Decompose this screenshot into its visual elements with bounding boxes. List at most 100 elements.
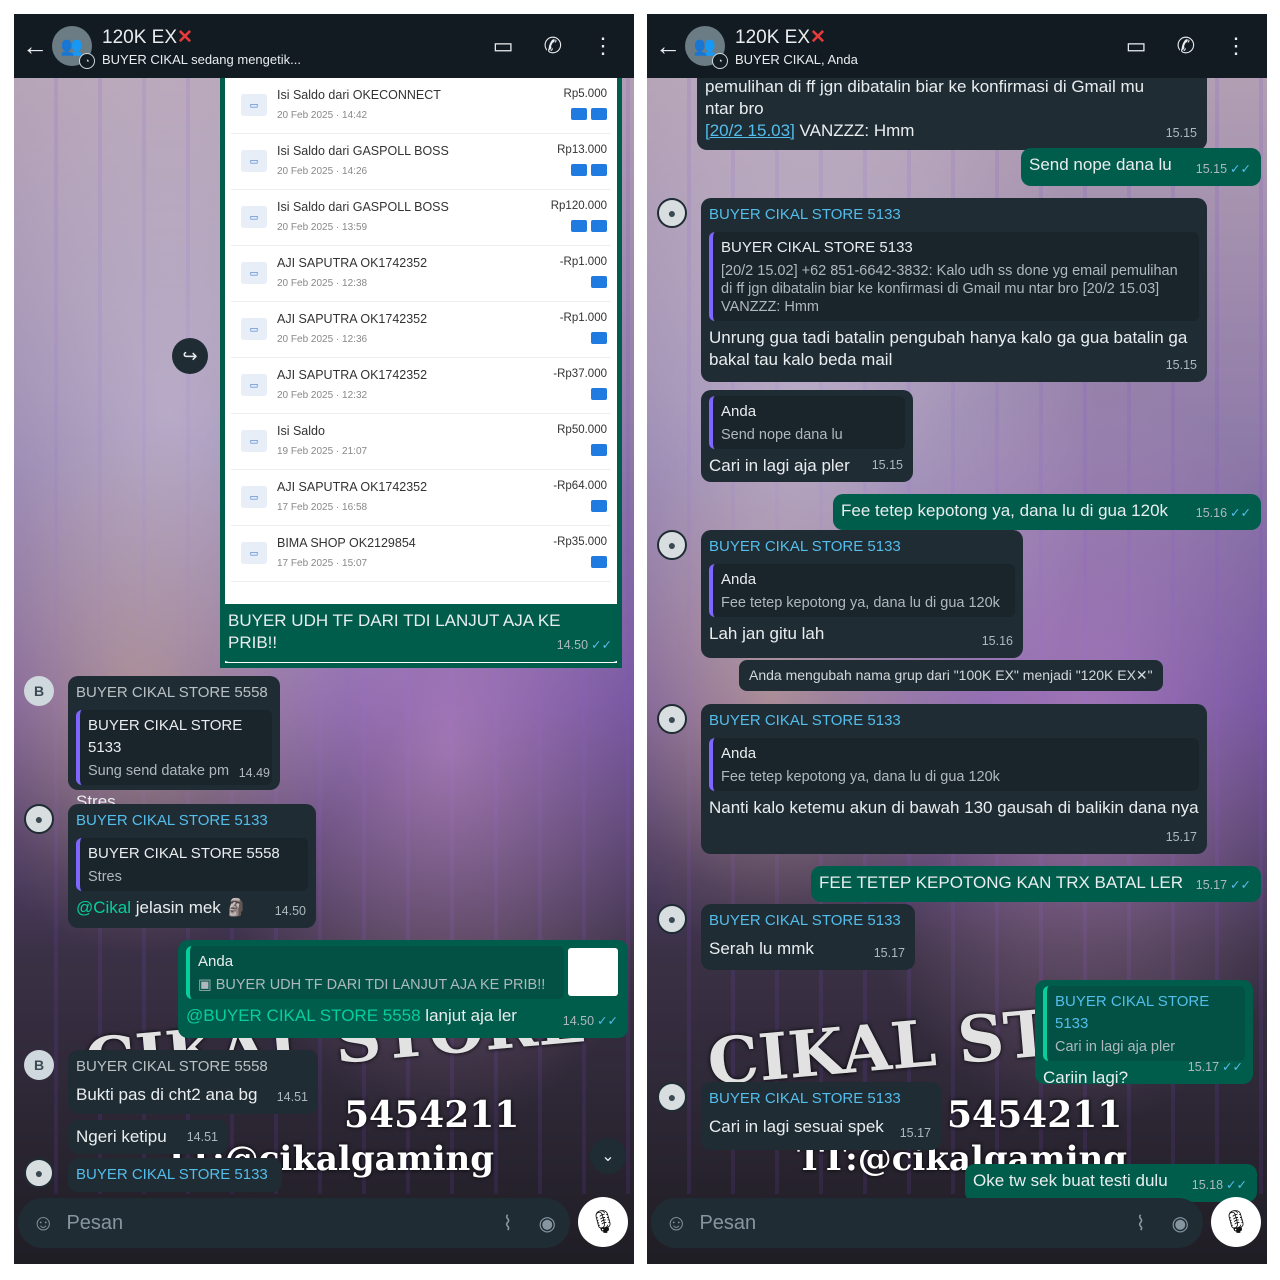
person-avatar-icon[interactable]: ● <box>657 704 687 734</box>
sender-name[interactable]: BUYER CIKAL STORE 5133 <box>709 1088 933 1110</box>
mic-button[interactable]: 🎙 <box>1211 1197 1261 1247</box>
person-avatar-icon[interactable]: ● <box>657 530 687 560</box>
right-chat-screenshot: CIKAL STORE 5454211 TT:@cikalgaming ← 👥 ◔… <box>647 14 1267 1264</box>
menu-icon[interactable]: ⋮ <box>592 33 614 59</box>
message-text: @BUYER CIKAL STORE 5558 lanjut aja ler <box>186 1006 517 1025</box>
message-text: Fee tetep kepotong ya, dana lu di gua 12… <box>841 501 1169 520</box>
forward-icon[interactable]: ↪ <box>172 338 208 374</box>
back-arrow-icon[interactable]: ← <box>655 31 683 62</box>
voice-call-icon[interactable]: ✆ <box>1177 33 1195 59</box>
mention-link[interactable]: @Cikal <box>76 898 131 917</box>
group-title[interactable]: 120K EX✕ <box>102 26 493 49</box>
outgoing-message[interactable]: Anda ▣ BUYER UDH TF DARI TDI LANJUT AJA … <box>178 940 628 1038</box>
incoming-message[interactable]: BUYER CIKAL STORE 5133 Cari in lagi sesu… <box>701 1082 941 1150</box>
sender-avatar[interactable]: B <box>24 676 54 706</box>
incoming-message[interactable]: Ngeri ketipu 14.51 <box>68 1120 228 1154</box>
quoted-message[interactable]: BUYER CIKAL STORE 5133 [20/2 15.02] +62 … <box>709 232 1199 321</box>
transaction-date: 17 Feb 2025 · 15:07 <box>277 558 368 569</box>
chat-header: ← 👥 ◔ 120K EX✕ BUYER CIKAL, Anda ▭ ✆ ⋮ <box>647 14 1267 78</box>
incoming-message[interactable]: BUYER CIKAL STORE 5133 BUYER CIKAL STORE… <box>701 198 1207 382</box>
timestamp-link[interactable]: [20/2 15.03] <box>705 121 795 140</box>
quoted-message[interactable]: Anda ▣ BUYER UDH TF DARI TDI LANJUT AJA … <box>186 946 564 999</box>
sender-avatar[interactable]: B <box>24 1050 54 1080</box>
video-call-icon[interactable]: ▭ <box>1126 33 1147 59</box>
typing-status: BUYER CIKAL sedang mengetik... <box>102 51 301 67</box>
sticker-icon[interactable]: ☺ <box>32 1210 54 1236</box>
transaction-date: 20 Feb 2025 · 12:38 <box>277 278 368 289</box>
quoted-message[interactable]: Anda Fee tetep kepotong ya, dana lu di g… <box>709 564 1015 617</box>
mention-link[interactable]: @BUYER CIKAL STORE 5558 <box>186 1006 421 1025</box>
camera-icon[interactable]: ◉ <box>1172 1211 1189 1236</box>
outgoing-message[interactable]: BUYER CIKAL STORE 5133 Cari in lagi aja … <box>1035 980 1253 1087</box>
badge-icon <box>591 108 607 120</box>
menu-icon[interactable]: ⋮ <box>1225 33 1247 59</box>
incoming-message[interactable]: BUYER CIKAL STORE 5133 Anda Fee tetep ke… <box>701 530 1023 658</box>
sender-name[interactable]: BUYER CIKAL STORE 5558 <box>76 1056 310 1078</box>
transaction-screenshot-image[interactable]: ▭ Isi Saldo dari OKECONNECT 20 Feb 2025 · … <box>220 78 622 668</box>
transaction-date: 20 Feb 2025 · 13:59 <box>277 222 368 233</box>
left-chat-screenshot: CIKAL STORE 5454211 TT:@cikalgaming ← 👥 ◔… <box>14 14 634 1264</box>
quoted-message[interactable]: BUYER CIKAL STORE 5133 Cari in lagi aja … <box>1043 986 1245 1061</box>
community-badge-icon: ◔ <box>79 53 95 69</box>
outgoing-message[interactable]: Fee tetep kepotong ya, dana lu di gua 12… <box>833 494 1261 530</box>
attach-icon[interactable]: ⌇ <box>503 1211 513 1236</box>
sticker-icon[interactable]: ☺ <box>665 1210 687 1236</box>
mic-button[interactable]: 🎙 <box>578 1197 628 1247</box>
badge-icon <box>571 164 587 176</box>
incoming-message[interactable]: BUYER CIKAL STORE 5133 Serah lu mmk 15.1… <box>701 904 915 970</box>
sender-name[interactable]: BUYER CIKAL STORE 5558 <box>76 682 272 704</box>
transaction-amount: Rp50.000 <box>557 424 607 436</box>
scroll-down-icon[interactable]: ⌄ <box>590 1138 626 1174</box>
wallpaper-number: 5454211 <box>344 1094 520 1136</box>
camera-icon[interactable]: ◉ <box>539 1211 556 1236</box>
transaction-title: AJI SAPUTRA OK1742352 <box>277 256 428 270</box>
message-text: Lah jan gitu lah <box>709 624 825 643</box>
message-input[interactable] <box>699 1211 1110 1235</box>
quoted-message[interactable]: BUYER CIKAL STORE 5558 Stres <box>76 838 308 891</box>
outgoing-message[interactable]: FEE TETEP KEPOTONG KAN TRX BATAL LER 15.… <box>811 866 1261 902</box>
group-title[interactable]: 120K EX✕ <box>735 26 1126 49</box>
outgoing-message[interactable]: Send nope dana lu 15.15 ✓✓ <box>1021 148 1261 186</box>
quoted-message[interactable]: Anda Fee tetep kepotong ya, dana lu di g… <box>709 738 1199 791</box>
person-avatar-icon[interactable]: ● <box>657 904 687 934</box>
outgoing-image-caption[interactable]: BUYER UDH TF DARI TDI LANJUT AJA KE PRIB… <box>220 604 622 662</box>
sender-name[interactable]: BUYER CIKAL STORE 5133 <box>76 1164 274 1186</box>
transaction-icon: ▭ <box>241 206 267 228</box>
attach-icon[interactable]: ⌇ <box>1136 1211 1146 1236</box>
person-avatar-icon[interactable]: ● <box>657 1082 687 1112</box>
back-arrow-icon[interactable]: ← <box>22 31 50 62</box>
incoming-message[interactable]: BUYER CIKAL STORE 5133 BUYER CIKAL STORE… <box>68 804 316 928</box>
sender-name[interactable]: BUYER CIKAL STORE 5133 <box>709 710 1199 732</box>
incoming-message[interactable]: BUYER CIKAL STORE 5558 Bukti pas di cht2… <box>68 1050 318 1114</box>
person-avatar-icon[interactable]: ● <box>24 804 54 834</box>
person-avatar-icon[interactable]: ● <box>24 1158 54 1188</box>
outgoing-message[interactable]: Oke tw sek buat testi dulu 15.18 ✓✓ <box>965 1164 1257 1202</box>
person-avatar-icon[interactable]: ● <box>657 198 687 228</box>
transaction-amount: -Rp64.000 <box>553 480 607 492</box>
voice-call-icon[interactable]: ✆ <box>544 33 562 59</box>
badge-icon <box>591 276 607 288</box>
sender-name[interactable]: BUYER CIKAL STORE 5133 <box>76 810 308 832</box>
video-call-icon[interactable]: ▭ <box>493 33 514 59</box>
sender-name[interactable]: BUYER CIKAL STORE 5133 <box>709 204 1199 226</box>
quoted-message[interactable]: Anda Send nope dana lu <box>709 396 905 449</box>
transaction-row: ▭ AJI SAPUTRA OK1742352 20 Feb 2025 · 12:3… <box>231 358 611 414</box>
incoming-message[interactable]: Anda Send nope dana lu Cari in lagi aja … <box>701 390 913 482</box>
transaction-date: 20 Feb 2025 · 14:26 <box>277 166 368 177</box>
incoming-message[interactable]: BUYER CIKAL STORE 5133 Anda Fee tetep ke… <box>701 704 1207 854</box>
transaction-amount: Rp5.000 <box>563 88 607 100</box>
transaction-title: Isi Saldo dari GASPOLL BOSS <box>277 200 449 214</box>
read-tick-icon: ✓✓ <box>1230 878 1251 892</box>
sender-name[interactable]: BUYER CIKAL STORE 5133 <box>709 536 1015 558</box>
sender-name[interactable]: BUYER CIKAL STORE 5133 <box>709 910 907 932</box>
group-avatar[interactable]: 👥 ◔ <box>685 26 728 69</box>
incoming-message[interactable]: BUYER CIKAL STORE 5133 <box>68 1158 282 1192</box>
group-members: BUYER CIKAL, Anda <box>735 51 858 67</box>
incoming-message[interactable]: BUYER CIKAL STORE 5558 BUYER CIKAL STORE… <box>68 676 280 811</box>
badge-icon <box>591 444 607 456</box>
transaction-icon: ▭ <box>241 374 267 396</box>
badge-icon <box>591 500 607 512</box>
message-input[interactable] <box>66 1211 477 1235</box>
transaction-amount: -Rp1.000 <box>559 312 607 324</box>
group-avatar[interactable]: 👥 ◔ <box>52 26 95 69</box>
